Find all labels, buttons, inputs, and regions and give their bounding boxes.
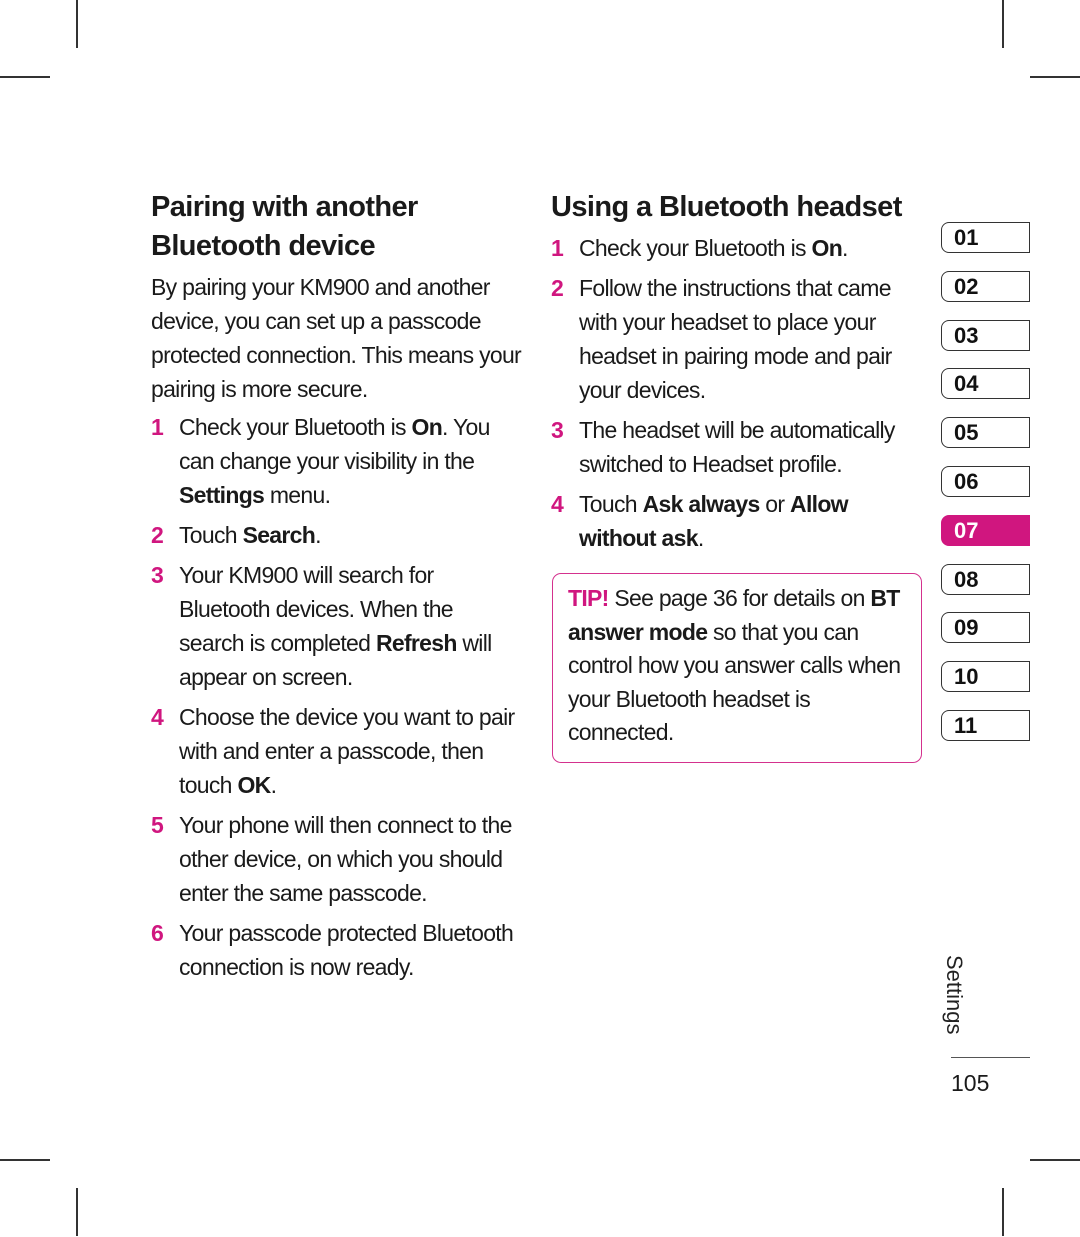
headset-step: 3 The headset will be automatically switc… bbox=[551, 413, 927, 481]
chapter-tab-05[interactable]: 05 bbox=[941, 417, 1030, 449]
headset-section: Using a Bluetooth headset 1 Check your Bl… bbox=[551, 188, 927, 561]
pairing-heading: Pairing with another Bluetooth device bbox=[151, 188, 523, 266]
step-number: 3 bbox=[151, 562, 164, 588]
crop-mark bbox=[1002, 0, 1004, 48]
headset-step: 1 Check your Bluetooth is On. bbox=[551, 231, 927, 265]
chapter-tab-10[interactable]: 10 bbox=[941, 661, 1030, 693]
step-text: Choose the device you want to pair with … bbox=[179, 704, 515, 798]
chapter-tab-06[interactable]: 06 bbox=[941, 466, 1030, 497]
step-text: Check your Bluetooth is bbox=[179, 414, 412, 440]
step-number: 2 bbox=[151, 522, 164, 548]
pairing-step: 4 Choose the device you want to pair with… bbox=[151, 700, 523, 802]
chapter-tab-08[interactable]: 08 bbox=[941, 563, 1030, 595]
headset-step: 2 Follow the instructions that came with … bbox=[551, 271, 927, 407]
headset-heading: Using a Bluetooth headset bbox=[551, 191, 902, 223]
step-text: . bbox=[315, 522, 321, 548]
step-number: 6 bbox=[151, 920, 164, 946]
step-number: 4 bbox=[551, 491, 564, 517]
page-number: 105 bbox=[951, 1070, 990, 1096]
step-text: The headset will be automatically switch… bbox=[579, 417, 895, 477]
step-text: or bbox=[759, 491, 791, 517]
pairing-heading-line1: Pairing with another bbox=[151, 191, 418, 223]
pairing-step: 3 Your KM900 will search for Bluetooth de… bbox=[151, 558, 523, 694]
tip-text: See page 36 for details on bbox=[608, 585, 871, 611]
step-text: Your phone will then connect to the othe… bbox=[179, 812, 512, 906]
crop-mark bbox=[0, 76, 50, 78]
chapter-tab-07[interactable]: 07 bbox=[941, 514, 1030, 546]
step-text: . bbox=[270, 772, 277, 798]
chapter-tab-03[interactable]: 03 bbox=[941, 319, 1030, 351]
crop-mark bbox=[76, 0, 78, 48]
step-text: menu. bbox=[264, 482, 331, 508]
step-emphasis: Refresh bbox=[375, 630, 457, 656]
crop-mark bbox=[76, 1188, 78, 1236]
step-number: 4 bbox=[151, 704, 164, 730]
step-number: 1 bbox=[551, 235, 564, 261]
step-text: Touch bbox=[579, 491, 643, 517]
step-number: 5 bbox=[151, 812, 164, 838]
step-text: Check your Bluetooth is bbox=[579, 235, 812, 261]
crop-mark bbox=[1030, 1159, 1080, 1161]
section-label-text: Settings bbox=[942, 955, 967, 1035]
chapter-tab-09[interactable]: 09 bbox=[941, 612, 1030, 644]
step-emphasis: Search bbox=[242, 522, 316, 548]
chapter-tab-01[interactable]: 01 bbox=[941, 222, 1030, 253]
tip-box: TIP! See page 36 for details on BT answe… bbox=[552, 573, 922, 763]
pairing-steps: 1 Check your Bluetooth is On. You can cha… bbox=[151, 410, 523, 984]
step-emphasis: On bbox=[811, 235, 843, 261]
chapter-tab-02[interactable]: 02 bbox=[941, 270, 1030, 302]
step-emphasis: OK bbox=[237, 772, 271, 798]
step-text: Your passcode protected Bluetooth connec… bbox=[179, 920, 514, 980]
chapter-tab-11[interactable]: 11 bbox=[941, 710, 1030, 741]
chapter-tab-04[interactable]: 04 bbox=[941, 368, 1030, 400]
step-emphasis: Settings bbox=[179, 482, 265, 508]
step-text: Touch bbox=[179, 522, 243, 548]
pairing-section: Pairing with another Bluetooth device By… bbox=[151, 188, 523, 990]
step-text: Follow the instructions that came with y… bbox=[579, 275, 892, 403]
pairing-intro: By pairing your KM900 and another device… bbox=[151, 274, 522, 402]
step-number: 1 bbox=[151, 414, 164, 440]
step-text: . bbox=[842, 235, 848, 261]
crop-mark bbox=[0, 1159, 50, 1161]
headset-steps: 1 Check your Bluetooth is On. 2 Follow the … bbox=[551, 231, 927, 555]
headset-step: 4 Touch Ask always or Allow without ask. bbox=[551, 487, 927, 555]
pairing-step: 1 Check your Bluetooth is On. You can cha… bbox=[151, 410, 523, 512]
pairing-step: 6 Your passcode protected Bluetooth conne… bbox=[151, 916, 523, 984]
step-text: . bbox=[697, 525, 704, 551]
step-number: 3 bbox=[551, 417, 564, 443]
crop-mark bbox=[1030, 76, 1080, 78]
step-number: 2 bbox=[551, 275, 564, 301]
pairing-step: 2 Touch Search. bbox=[151, 518, 523, 552]
page-divider bbox=[951, 1057, 1030, 1058]
section-label: Settings bbox=[940, 955, 970, 1045]
tip-label: TIP! bbox=[568, 585, 609, 611]
step-emphasis: Ask always bbox=[642, 491, 761, 517]
pairing-heading-line2: Bluetooth device bbox=[151, 230, 376, 262]
pairing-step: 5 Your phone will then connect to the oth… bbox=[151, 808, 523, 910]
step-emphasis: On bbox=[411, 414, 443, 440]
crop-mark bbox=[1002, 1188, 1004, 1236]
